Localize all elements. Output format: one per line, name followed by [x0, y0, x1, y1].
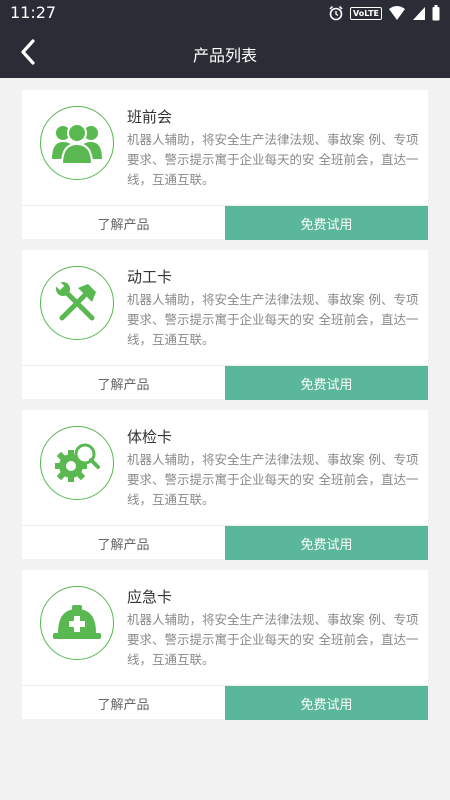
gear-magnifier-icon: [55, 443, 100, 482]
free-trial-button[interactable]: 免费试用: [225, 686, 428, 720]
status-icons: VoLTE: [328, 5, 440, 21]
product-description: 机器人辅助，将安全生产法律法规、事故案 例、专项要求、警示提示寓于企业每天的安 …: [127, 132, 419, 187]
product-title: 班前会: [127, 108, 173, 126]
product-card-body[interactable]: 动工卡 机器人辅助，将安全生产法律法规、事故案 例、专项要求、警示提示寓于企业每…: [22, 250, 428, 364]
battery-icon: [432, 5, 440, 21]
learn-product-button[interactable]: 了解产品: [22, 366, 225, 400]
wifi-icon: [389, 6, 405, 20]
page-title: 产品列表: [192, 46, 257, 65]
group-people-icon: [52, 123, 102, 165]
product-title: 应急卡: [127, 588, 173, 606]
product-icon-circle: [40, 586, 114, 660]
product-card: 应急卡 机器人辅助，将安全生产法律法规、事故案 例、专项要求、警示提示寓于企业每…: [22, 570, 428, 720]
header-bar: 产品列表: [0, 26, 450, 78]
product-actions: 了解产品 免费试用: [22, 685, 428, 720]
product-icon-circle: [40, 106, 114, 180]
product-actions: 了解产品 免费试用: [22, 205, 428, 240]
product-title: 动工卡: [127, 268, 173, 286]
volte-badge: VoLTE: [350, 6, 382, 20]
product-card: 班前会 机器人辅助，将安全生产法律法规、事故案 例、专项要求、警示提示寓于企业每…: [22, 90, 428, 240]
product-icon-circle: [40, 266, 114, 340]
product-card: 体检卡 机器人辅助，将安全生产法律法规、事故案 例、专项要求、警示提示寓于企业每…: [22, 410, 428, 560]
product-actions: 了解产品 免费试用: [22, 525, 428, 560]
tools-wrench-hammer-icon: [55, 281, 96, 321]
product-actions: 了解产品 免费试用: [22, 365, 428, 400]
free-trial-button[interactable]: 免费试用: [225, 366, 428, 400]
learn-product-button[interactable]: 了解产品: [22, 526, 225, 560]
free-trial-button[interactable]: 免费试用: [225, 206, 428, 240]
status-time: 11:27: [10, 3, 57, 22]
product-description: 机器人辅助，将安全生产法律法规、事故案 例、专项要求、警示提示寓于企业每天的安 …: [127, 612, 419, 667]
status-bar: 11:27 VoLTE: [0, 0, 450, 26]
product-icon-circle: [40, 426, 114, 500]
product-description: 机器人辅助，将安全生产法律法规、事故案 例、专项要求、警示提示寓于企业每天的安 …: [127, 452, 419, 507]
product-title: 体检卡: [127, 428, 173, 446]
alarm-icon: [329, 5, 343, 21]
product-card-body[interactable]: 应急卡 机器人辅助，将安全生产法律法规、事故案 例、专项要求、警示提示寓于企业每…: [22, 570, 428, 684]
product-card-body[interactable]: 班前会 机器人辅助，将安全生产法律法规、事故案 例、专项要求、警示提示寓于企业每…: [22, 90, 428, 204]
product-card: 动工卡 机器人辅助，将安全生产法律法规、事故案 例、专项要求、警示提示寓于企业每…: [22, 250, 428, 400]
signal-icon: [413, 7, 425, 20]
product-list: 班前会 机器人辅助，将安全生产法律法规、事故案 例、专项要求、警示提示寓于企业每…: [22, 90, 428, 730]
helmet-cross-icon: [53, 605, 101, 639]
free-trial-button[interactable]: 免费试用: [225, 526, 428, 560]
product-description: 机器人辅助，将安全生产法律法规、事故案 例、专项要求、警示提示寓于企业每天的安 …: [127, 292, 419, 347]
learn-product-button[interactable]: 了解产品: [22, 686, 225, 720]
learn-product-button[interactable]: 了解产品: [22, 206, 225, 240]
product-card-body[interactable]: 体检卡 机器人辅助，将安全生产法律法规、事故案 例、专项要求、警示提示寓于企业每…: [22, 410, 428, 524]
